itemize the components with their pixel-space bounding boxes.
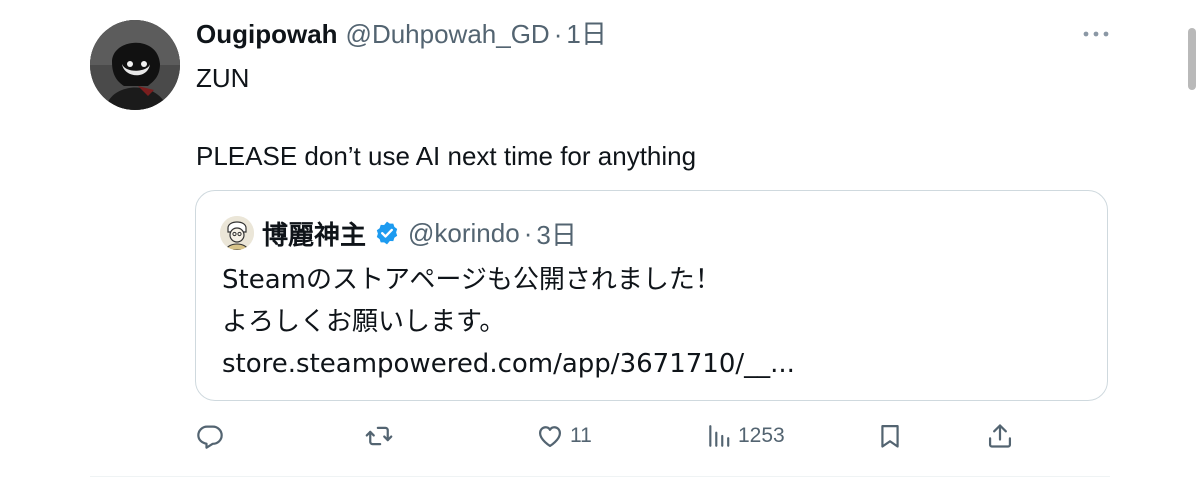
quoted-tweet[interactable]: 博麗神主 @korindo · 3日 Steamのストアページも公開されました！…	[195, 190, 1108, 401]
quote-timestamp[interactable]: 3日	[536, 215, 576, 252]
quote-avatar[interactable]	[220, 216, 254, 250]
share-icon	[988, 424, 1012, 448]
quote-text: Steamのストアページも公開されました！ よろしくお願いします。 store.…	[222, 259, 1082, 385]
separator-dot: ·	[523, 217, 533, 248]
tweet-page: Ougipowah @Duhpowah_GD · 1日 ZUN PLEASE d…	[0, 0, 1200, 484]
quote-text-line: Steamのストアページも公開されました！	[222, 265, 721, 295]
more-icon	[1083, 31, 1109, 37]
tweet-text: ZUN PLEASE don’t use AI next time for an…	[196, 58, 1056, 176]
tweet-text-line: ZUN	[196, 63, 250, 93]
views-count: 1253	[738, 424, 785, 447]
tweet-text-line: PLEASE don’t use AI next time for anythi…	[196, 141, 697, 171]
views-button[interactable]: 1253	[706, 416, 785, 456]
separator-dot: ·	[553, 19, 563, 49]
like-count: 11	[570, 424, 592, 447]
user-handle[interactable]: @Duhpowah_GD	[346, 16, 550, 52]
verified-badge	[374, 220, 400, 246]
timestamp[interactable]: 1日	[566, 16, 606, 52]
bookmark-button[interactable]	[876, 416, 904, 456]
avatar-image	[90, 20, 180, 110]
retweet-icon	[365, 426, 393, 446]
avatar[interactable]	[90, 20, 180, 110]
share-button[interactable]	[986, 416, 1014, 456]
quote-link[interactable]: store.steampowered.com/app/3671710/__...	[222, 343, 1082, 385]
like-button[interactable]: 11	[536, 416, 592, 456]
heart-icon	[538, 426, 562, 448]
quote-text-line: よろしくお願いします。	[222, 307, 506, 337]
bookmark-icon	[881, 424, 899, 448]
quote-display-name[interactable]: 博麗神主	[262, 215, 366, 252]
verified-icon	[376, 221, 398, 245]
tweet-header: Ougipowah @Duhpowah_GD · 1日	[196, 16, 607, 52]
reply-button[interactable]	[196, 416, 224, 456]
quote-avatar-image	[220, 216, 254, 250]
more-options-button[interactable]	[1076, 20, 1116, 48]
quote-header: 博麗神主 @korindo · 3日	[220, 213, 577, 253]
views-icon	[709, 425, 730, 447]
action-bar: 11 1253	[0, 416, 1200, 456]
retweet-button[interactable]	[364, 416, 394, 456]
display-name[interactable]: Ougipowah	[196, 16, 338, 52]
reply-icon	[197, 425, 223, 449]
scrollbar[interactable]	[1188, 28, 1196, 90]
quote-handle[interactable]: @korindo	[408, 218, 520, 249]
divider	[90, 476, 1110, 477]
